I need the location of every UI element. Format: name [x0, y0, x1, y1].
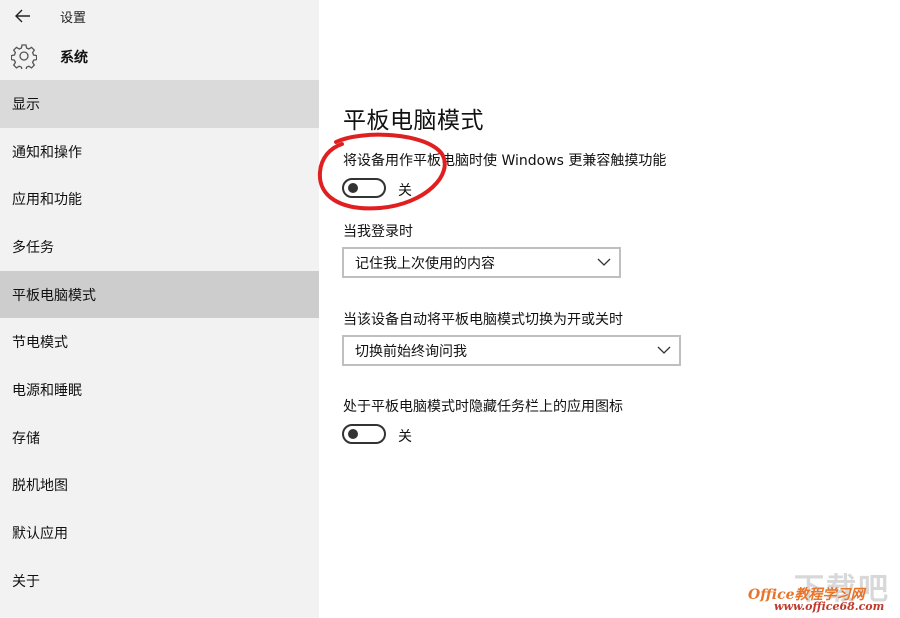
auto-switch-label: 当该设备自动将平板电脑模式切换为开或关时: [343, 312, 623, 328]
sidebar-item-power-sleep[interactable]: 电源和睡眠: [0, 366, 319, 414]
sidebar-nav: 显示 通知和操作 应用和功能 多任务 平板电脑模式 节电模式 电源和睡眠 存储 …: [0, 80, 319, 605]
chevron-down-icon: [597, 258, 611, 266]
signin-label: 当我登录时: [343, 224, 413, 240]
hide-icons-toggle[interactable]: [342, 424, 386, 444]
sidebar-item-tablet-mode[interactable]: 平板电脑模式: [0, 270, 319, 319]
auto-switch-dropdown-value: 切换前始终询问我: [355, 343, 467, 360]
sidebar-item-storage[interactable]: 存储: [0, 414, 319, 462]
section-title: 系统: [60, 50, 88, 66]
sidebar-item-multitasking[interactable]: 多任务: [0, 223, 319, 271]
hide-icons-label: 处于平板电脑模式时隐藏任务栏上的应用图标: [343, 399, 623, 415]
sidebar-item-about[interactable]: 关于: [0, 557, 319, 605]
sidebar-item-battery-saver[interactable]: 节电模式: [0, 318, 319, 366]
sidebar-item-apps[interactable]: 应用和功能: [0, 175, 319, 223]
back-button[interactable]: [10, 5, 36, 27]
watermark: 下载吧 Office教程学习网 www.office68.com: [744, 564, 894, 614]
back-arrow-icon: [15, 9, 30, 23]
watermark-url: www.office68.com: [774, 600, 885, 613]
sidebar-item-offline-maps[interactable]: 脱机地图: [0, 462, 319, 510]
annotation-circle: [317, 132, 447, 211]
chevron-down-icon: [657, 346, 671, 354]
toggle-knob: [348, 429, 358, 439]
sidebar: 设置 系统 显示 通知和操作 应用和功能 多任务 平板电脑模式 节电模式 电源和…: [0, 0, 319, 618]
auto-switch-dropdown[interactable]: 切换前始终询问我: [342, 335, 681, 366]
page-title: 平板电脑模式: [343, 108, 484, 134]
sidebar-item-display[interactable]: 显示: [0, 80, 319, 128]
app-title: 设置: [60, 11, 87, 26]
signin-dropdown-value: 记住我上次使用的内容: [355, 255, 495, 272]
signin-dropdown[interactable]: 记住我上次使用的内容: [342, 247, 621, 278]
hide-icons-state: 关: [398, 429, 412, 445]
gear-icon: [11, 44, 37, 69]
sidebar-item-notifications[interactable]: 通知和操作: [0, 128, 319, 176]
sidebar-item-default-apps[interactable]: 默认应用: [0, 509, 319, 557]
